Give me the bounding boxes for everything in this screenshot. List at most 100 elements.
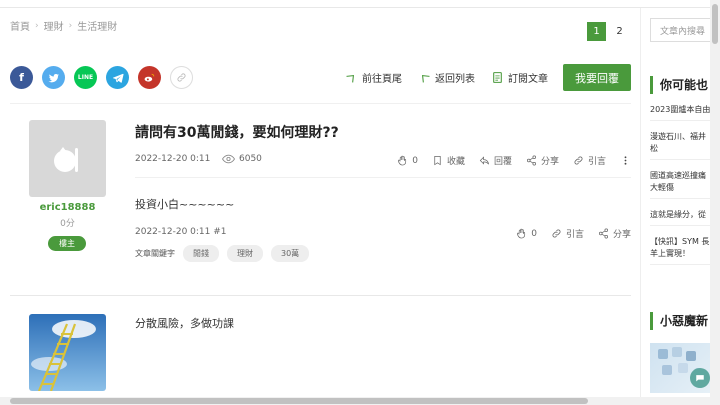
article-search-input[interactable]: 文章內搜尋 (650, 18, 710, 42)
like-button[interactable]: 0 (397, 155, 418, 166)
reply-avatar[interactable] (29, 314, 106, 391)
breadcrumb: 首頁 › 理財 › 生活理財 (10, 18, 117, 34)
arrow-down-icon (346, 74, 355, 83)
breadcrumb-life-finance[interactable]: 生活理財 (77, 18, 117, 33)
more-options-button[interactable] (620, 155, 631, 166)
list-item[interactable]: 漫遊石川、福井松 (650, 131, 710, 160)
page: 首頁 › 理財 › 生活理財 1 2 f LINE 前往頁尾 返回列表 訂閱文章… (0, 0, 720, 405)
go-to-bottom-label: 前往頁尾 (362, 74, 402, 85)
clap-icon (517, 228, 526, 239)
thread-actions: 前往頁尾 返回列表 訂閱文章 (345, 64, 548, 91)
weibo-icon (144, 73, 155, 82)
breadcrumb-finance[interactable]: 理財 (44, 18, 64, 33)
post-separator (10, 295, 631, 296)
copy-link-button[interactable] (170, 66, 193, 89)
view-count: 6050 (222, 154, 262, 164)
footer-quote-button[interactable]: 引言 (551, 227, 584, 240)
keyword-tag[interactable]: 理財 (227, 245, 263, 262)
footer-like-count: 0 (531, 228, 537, 239)
keyword-tag[interactable]: 30萬 (271, 245, 310, 262)
post-footer: 2022-12-20 0:11 #1 0 引言 分享 (135, 227, 631, 241)
link-icon (177, 73, 186, 82)
related-item-line1: 這就是緣分，從 (650, 210, 706, 219)
chevron-right-icon: › (35, 20, 39, 31)
quote-label: 引言 (587, 157, 606, 167)
subscribe-label: 訂閱文章 (508, 74, 548, 85)
vertical-scroll-thumb[interactable] (712, 4, 718, 44)
post-meta: 2022-12-20 0:11 6050 0 收藏 回覆 分享 引言 (135, 154, 631, 168)
post-footer-tools: 0 引言 分享 (516, 227, 631, 240)
quote-button[interactable]: 引言 (573, 154, 606, 167)
horizontal-scrollbar[interactable] (0, 397, 720, 405)
related-item-line1: 【快訊】SYM 長 (650, 237, 710, 246)
line-share-button[interactable]: LINE (74, 66, 97, 89)
favorite-button[interactable]: 收藏 (432, 154, 465, 167)
related-item-line2: 大輕傷 (650, 183, 674, 192)
line-icon: LINE (77, 74, 94, 81)
page-2-button[interactable]: 2 (610, 22, 629, 41)
arrow-back-icon (421, 74, 430, 83)
keywords: 文章關鍵字 閒錢 理財 30萬 (135, 245, 310, 262)
back-to-list-link[interactable]: 返回列表 (418, 70, 475, 85)
share-icon (526, 155, 536, 166)
share-post-button[interactable]: 分享 (526, 154, 559, 167)
weibo-share-button[interactable] (138, 66, 161, 89)
breadcrumb-home[interactable]: 首頁 (10, 18, 30, 33)
related-item-line1: 國道高速巡撞痛 (650, 171, 706, 180)
clap-icon (398, 155, 407, 166)
thread-starter-badge: 樓主 (48, 236, 86, 251)
back-to-list-label: 返回列表 (435, 74, 475, 85)
quote-icon (552, 229, 561, 238)
reply-arrow-icon (479, 156, 489, 165)
keyword-tag[interactable]: 閒錢 (183, 245, 219, 262)
divider (10, 103, 631, 104)
reply-button[interactable]: 我要回覆 (563, 64, 631, 91)
top-border (0, 0, 720, 8)
post-date: 2022-12-20 0:11 (135, 154, 211, 164)
footer-share-label: 分享 (612, 230, 631, 240)
quote-icon (574, 156, 583, 165)
post-tools: 0 收藏 回覆 分享 引言 (397, 154, 631, 167)
list-item[interactable]: 國道高速巡撞痛 大輕傷 (650, 170, 710, 199)
post-title: 請問有30萬閒錢，要如何理財?? (135, 125, 339, 141)
document-icon (493, 72, 502, 83)
reply-post-button[interactable]: 回覆 (479, 154, 512, 167)
footer-like-button[interactable]: 0 (516, 228, 537, 239)
footer-quote-label: 引言 (565, 230, 584, 240)
divider (135, 177, 631, 178)
facebook-share-button[interactable]: f (10, 66, 33, 89)
share-bar: f LINE (10, 66, 193, 89)
page-1-button[interactable]: 1 (587, 22, 606, 41)
telegram-share-button[interactable] (106, 66, 129, 89)
list-item[interactable]: 這就是緣分，從 (650, 209, 710, 226)
floating-chat-icon[interactable] (690, 368, 710, 388)
bookmark-icon (434, 156, 441, 166)
related-item-line1: 漫遊石川、福井 (650, 132, 706, 141)
list-item[interactable]: 【快訊】SYM 長羊上實現！ (650, 236, 710, 265)
reply-post-title: 分散風險，多做功課 (135, 317, 234, 330)
subscribe-link[interactable]: 訂閱文章 (491, 70, 548, 85)
like-count: 0 (412, 155, 418, 166)
telegram-icon (112, 73, 124, 83)
view-count-value: 6050 (239, 154, 262, 164)
vertical-scrollbar[interactable] (710, 0, 720, 397)
favorite-label: 收藏 (446, 157, 465, 167)
sidebar-divider (640, 8, 641, 398)
list-item[interactable]: 2023圍爐本自由 (650, 104, 710, 121)
post-floor-date: 2022-12-20 0:11 #1 (135, 227, 227, 237)
keywords-label: 文章關鍵字 (135, 249, 175, 258)
share-label: 分享 (540, 157, 559, 167)
post-body: 投資小白~~~~~~ (135, 198, 235, 211)
eye-icon (222, 154, 235, 164)
horizontal-scroll-thumb[interactable] (10, 398, 588, 404)
related-section-title: 你可能也 (650, 76, 710, 94)
twitter-icon (48, 73, 59, 82)
go-to-bottom-link[interactable]: 前往頁尾 (345, 70, 402, 85)
twitter-share-button[interactable] (42, 66, 65, 89)
share-icon (598, 228, 608, 239)
author-name[interactable]: eric18888 (29, 202, 106, 213)
footer-share-button[interactable]: 分享 (598, 227, 631, 240)
avatar[interactable] (29, 120, 106, 197)
facebook-icon: f (19, 71, 24, 84)
author-score: 0分 (60, 219, 75, 229)
